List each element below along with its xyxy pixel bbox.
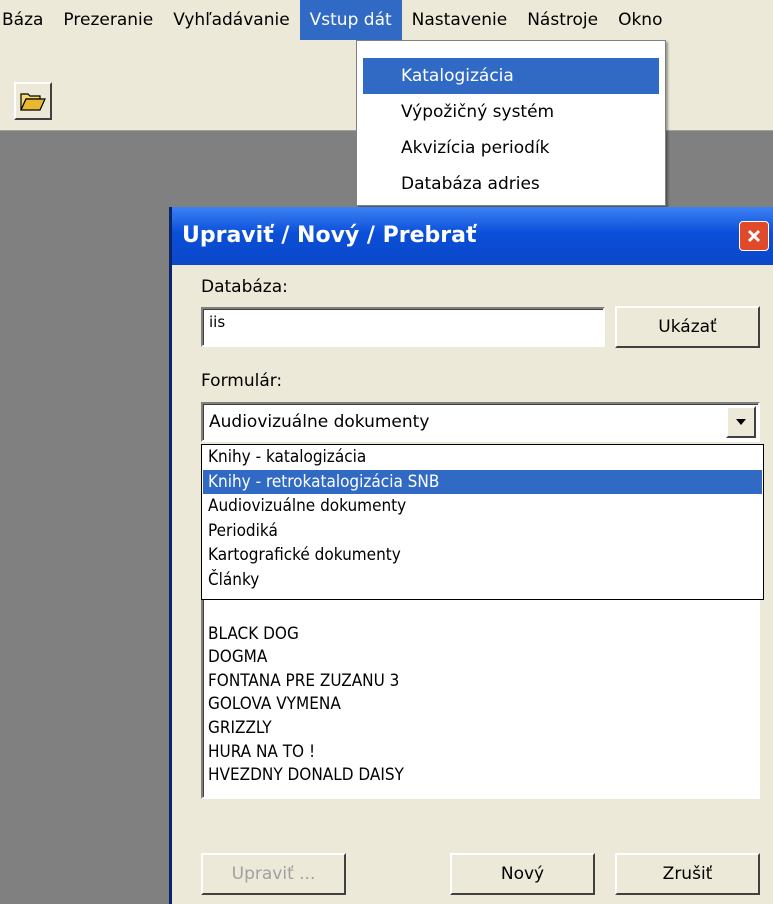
chevron-down-icon bbox=[736, 419, 746, 425]
form-option[interactable]: Audiovizuálne dokumenty bbox=[203, 494, 762, 519]
close-button[interactable] bbox=[739, 221, 769, 251]
form-options-list: Knihy - katalogizácia Knihy - retrokatal… bbox=[201, 444, 764, 600]
database-input[interactable]: iis bbox=[201, 307, 605, 347]
form-option[interactable]: Knihy - katalogizácia bbox=[203, 445, 762, 470]
database-label: Databáza: bbox=[201, 277, 288, 297]
form-option[interactable]: Knihy - retrokatalogizácia SNB bbox=[203, 469, 762, 494]
menu-item-katalogizacia[interactable]: Katalogizácia bbox=[363, 58, 659, 94]
list-item[interactable]: GRIZZLY bbox=[208, 717, 758, 741]
form-option[interactable]: Periodiká bbox=[203, 519, 762, 544]
show-button[interactable]: Ukázať bbox=[615, 306, 760, 348]
folder-open-icon bbox=[20, 93, 46, 111]
list-item[interactable]: FONTANA PRE ZUZANU 3 bbox=[208, 670, 758, 694]
list-item[interactable]: BLACK DOG bbox=[208, 623, 758, 647]
menu-bar: Báza Prezeranie Vyhľadávanie Vstup dát N… bbox=[0, 0, 773, 40]
open-button[interactable] bbox=[14, 82, 52, 120]
menu-prezeranie[interactable]: Prezeranie bbox=[53, 0, 163, 40]
menu-item-akvizicia-periodik[interactable]: Akvizícia periodík bbox=[363, 130, 659, 166]
menu-nastavenie[interactable]: Nastavenie bbox=[402, 0, 518, 40]
form-option[interactable]: Články bbox=[203, 568, 762, 593]
edit-new-dialog: Upraviť / Nový / Prebrať Databáza: iis U… bbox=[169, 207, 773, 904]
edit-button[interactable]: Upraviť ... bbox=[201, 853, 346, 895]
list-item[interactable]: DOGMA bbox=[208, 646, 758, 670]
records-listbox[interactable]: . BLACK DOG DOGMA FONTANA PRE ZUZANU 3 G… bbox=[201, 587, 760, 799]
menu-vstup-dat[interactable]: Vstup dát bbox=[299, 0, 402, 40]
menu-baza[interactable]: Báza bbox=[0, 0, 53, 40]
menu-okno[interactable]: Okno bbox=[608, 0, 672, 40]
form-option[interactable]: Kartografické dokumenty bbox=[203, 543, 762, 568]
form-select-value: Audiovizuálne dokumenty bbox=[209, 412, 430, 432]
list-item[interactable]: HURA NA TO ! bbox=[208, 741, 758, 765]
form-select[interactable]: Audiovizuálne dokumenty bbox=[201, 402, 760, 442]
dialog-title: Upraviť / Nový / Prebrať bbox=[182, 223, 477, 248]
cancel-button[interactable]: Zrušiť bbox=[615, 853, 760, 895]
dialog-titlebar[interactable]: Upraviť / Nový / Prebrať bbox=[172, 207, 773, 265]
new-button[interactable]: Nový bbox=[450, 853, 595, 895]
menu-nastroje[interactable]: Nástroje bbox=[517, 0, 608, 40]
close-icon bbox=[747, 229, 761, 243]
form-label: Formulár: bbox=[201, 371, 283, 391]
menu-item-databaza-adries[interactable]: Databáza adries bbox=[363, 166, 659, 202]
vstup-dat-menu: Katalogizácia Výpožičný systém Akvizícia… bbox=[356, 40, 666, 206]
menu-item-vypozicny-system[interactable]: Výpožičný systém bbox=[363, 94, 659, 130]
dropdown-arrow-button[interactable] bbox=[726, 406, 756, 438]
list-item[interactable]: HVEZDNY DONALD DAISY bbox=[208, 764, 758, 788]
list-item[interactable]: GOLOVA VYMENA bbox=[208, 693, 758, 717]
menu-vyhladavanie[interactable]: Vyhľadávanie bbox=[163, 0, 299, 40]
